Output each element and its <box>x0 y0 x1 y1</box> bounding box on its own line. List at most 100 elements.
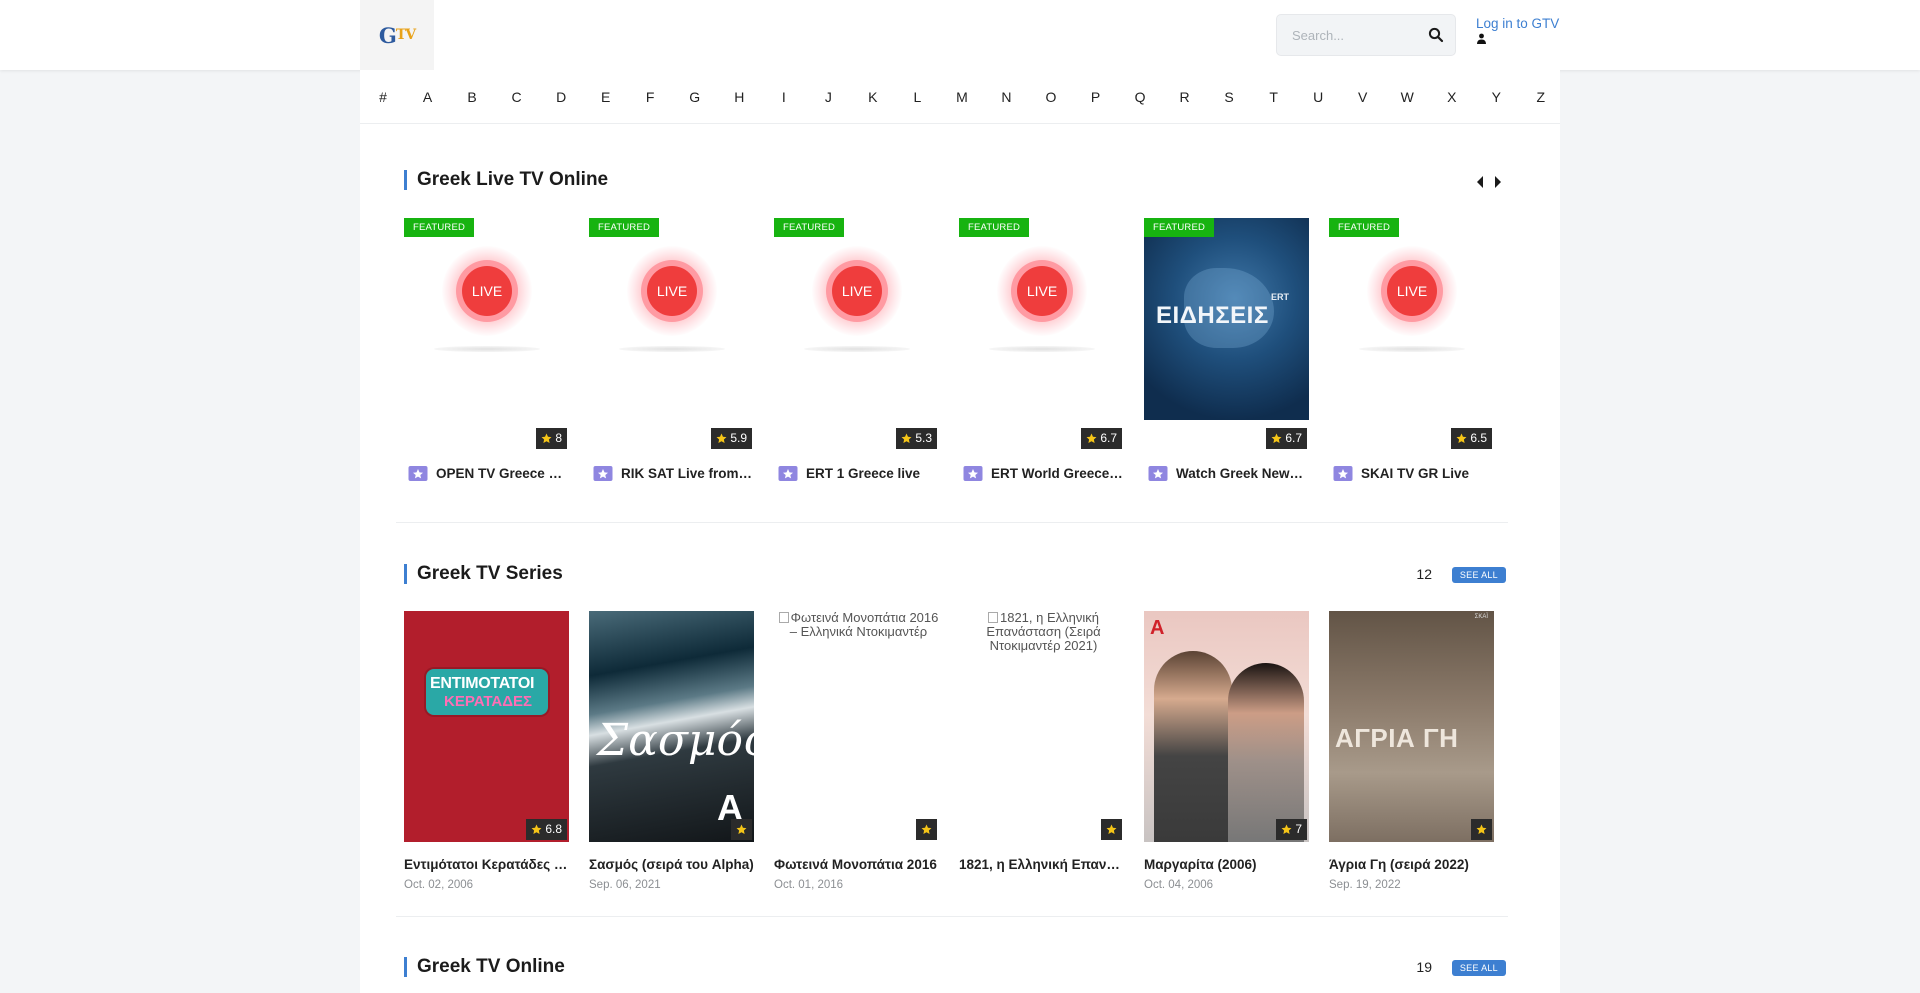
alphabet-letter[interactable]: Y <box>1489 89 1503 105</box>
live-label: LIVE <box>1017 266 1067 316</box>
alphabet-letter[interactable]: G <box>688 89 702 105</box>
alphabet-letter[interactable]: P <box>1089 89 1103 105</box>
rating-badge: 6.7 <box>1081 428 1122 449</box>
star-icon <box>901 433 912 443</box>
channel-poster[interactable]: FEATURED LIVE 5.3 <box>774 218 939 451</box>
channel-poster[interactable]: FEATURED LIVE 8 <box>404 218 569 451</box>
channel-poster[interactable]: FEATURED LIVE 5.9 <box>589 218 754 451</box>
alphabet-letter[interactable]: R <box>1178 89 1192 105</box>
alphabet-letter[interactable]: S <box>1222 89 1236 105</box>
series-poster[interactable]: 1821, η Ελληνική Επανάσταση (Σειρά Ντοκι… <box>959 611 1124 842</box>
poster-brand: ERT <box>1271 292 1289 302</box>
channel-poster[interactable]: FEATURED LIVE 6.5 <box>1329 218 1494 451</box>
rating-value: 6.7 <box>1285 431 1302 445</box>
series-name[interactable]: Άγρια Γη (σειρά 2022) <box>1329 857 1494 872</box>
alphabet-letter[interactable]: B <box>465 89 479 105</box>
channel-title-line: ERT 1 Greece live <box>774 464 939 482</box>
alphabet-letter[interactable]: V <box>1356 89 1370 105</box>
alphabet-letter[interactable]: J <box>821 89 835 105</box>
rating-badge: 6.7 <box>1266 428 1307 449</box>
alphabet-letter[interactable]: U <box>1311 89 1325 105</box>
see-all-button[interactable]: SEE ALL <box>1451 960 1506 976</box>
series-card[interactable]: ΣΚΑΪ ΑΓΡΙΑ ΓΗ Άγρια Γη (σειρά 2022) Sep. 19… <box>1329 611 1494 891</box>
alphabet-letter[interactable]: N <box>999 89 1013 105</box>
alphabet-letter[interactable]: Q <box>1133 89 1147 105</box>
live-channel-card[interactable]: FEATURED LIVE 6.5 SKAI TV GR Live <box>1329 218 1494 481</box>
alphabet-letter[interactable]: H <box>732 89 746 105</box>
rating-value: 8 <box>555 431 562 445</box>
alphabet-letter[interactable]: T <box>1267 89 1281 105</box>
live-channel-card[interactable]: FEATURED LIVE 8 OPEN TV Greece Live <box>404 218 569 481</box>
alphabet-letter[interactable]: E <box>599 89 613 105</box>
channel-name[interactable]: ERT World Greece live <box>991 466 1124 481</box>
see-all-button[interactable]: SEE ALL <box>1451 567 1506 583</box>
channel-poster[interactable]: FEATURED ERT ΕΙΔΗΣΕΙΣ 6.7 <box>1144 218 1309 451</box>
live-badge-graphic: LIVE <box>442 246 532 336</box>
channel-name[interactable]: RIK SAT Live from Cyprus <box>621 466 754 481</box>
live-channel-card[interactable]: FEATURED LIVE 6.7 ERT World Greece live <box>959 218 1124 481</box>
series-card[interactable]: Σασμός A Σασμός (σειρά του Alpha) Sep. 06, … <box>589 611 754 891</box>
series-poster[interactable]: Φωτεινά Μονοπάτια 2016 – Ελληνικά Ντοκιμ… <box>774 611 939 842</box>
rating-badge <box>1471 819 1492 840</box>
series-card[interactable]: 1821, η Ελληνική Επανάσταση (Σειρά Ντοκι… <box>959 611 1124 872</box>
alphabet-letter[interactable]: X <box>1445 89 1459 105</box>
logo-mark: GTV <box>378 22 416 48</box>
alphabet-letter[interactable]: M <box>955 89 969 105</box>
featured-badge: FEATURED <box>1144 218 1215 237</box>
login-link[interactable]: Log in to GTV <box>1476 16 1559 31</box>
rating-value: 7 <box>1295 822 1302 836</box>
series-name[interactable]: Εντιμότατοι Κερατάδες (2006) <box>404 857 569 872</box>
series-name[interactable]: 1821, η Ελληνική Επανάσταση <box>959 857 1124 872</box>
series-card[interactable]: ΕΝΤΙΜΟΤΑΤΟΙ ΚΕΡΑΤΑΔΕΣ 6.8 Εντιμότατοι Κερατ… <box>404 611 569 891</box>
channel-name[interactable]: SKAI TV GR Live <box>1361 466 1469 481</box>
alphabet-letter[interactable]: # <box>376 89 390 105</box>
live-channel-card[interactable]: FEATURED LIVE 5.3 ERT 1 Greece live <box>774 218 939 481</box>
tv-channel-icon <box>1148 466 1168 481</box>
series-card[interactable]: A 7 Μαργαρίτα (2006) Oct. 04, 2006 <box>1144 611 1309 891</box>
rating-value: 6.7 <box>1100 431 1117 445</box>
alphabet-letter[interactable]: A <box>421 89 435 105</box>
channel-name[interactable]: ERT 1 Greece live <box>806 466 920 481</box>
channel-name[interactable]: Watch Greek News Live <box>1176 466 1309 481</box>
alphabet-letter[interactable]: W <box>1400 89 1414 105</box>
live-channel-card[interactable]: FEATURED LIVE 5.9 RIK SAT Live from Cyprus <box>589 218 754 481</box>
alphabet-letter[interactable]: Z <box>1534 89 1548 105</box>
series-card[interactable]: Φωτεινά Μονοπάτια 2016 – Ελληνικά Ντοκιμ… <box>774 611 939 891</box>
featured-badge: FEATURED <box>589 218 660 237</box>
alphabet-letter[interactable]: L <box>910 89 924 105</box>
alphabet-letter[interactable]: O <box>1044 89 1058 105</box>
arrow-left-icon[interactable] <box>1474 175 1486 189</box>
search-icon[interactable] <box>1427 26 1445 44</box>
tv-channel-icon <box>963 466 983 481</box>
poster-image: ΣΚΑΪ ΑΓΡΙΑ ΓΗ <box>1329 611 1494 842</box>
series-poster[interactable]: A7 <box>1144 611 1309 842</box>
release-date: Oct. 04, 2006 <box>1144 879 1214 891</box>
alphabet-letter[interactable]: I <box>777 89 791 105</box>
channel-name[interactable]: OPEN TV Greece Live <box>436 466 569 481</box>
series-poster[interactable]: Σασμός A <box>589 611 754 842</box>
site-logo[interactable]: GTV <box>360 0 434 70</box>
alphabet-letter[interactable]: D <box>554 89 568 105</box>
featured-badge: FEATURED <box>959 218 1030 237</box>
live-channel-card[interactable]: FEATURED ERT ΕΙΔΗΣΕΙΣ 6.7 Watch Greek News L… <box>1144 218 1309 481</box>
alphabet-letter[interactable]: C <box>510 89 524 105</box>
star-icon <box>1271 433 1282 443</box>
series-name[interactable]: Σασμός (σειρά του Alpha) <box>589 857 754 872</box>
series-name[interactable]: Μαργαρίτα (2006) <box>1144 857 1309 872</box>
alphabet-letter[interactable]: K <box>866 89 880 105</box>
channel-poster[interactable]: FEATURED LIVE 6.7 <box>959 218 1124 451</box>
rating-value: 5.9 <box>730 431 747 445</box>
rating-badge: 6.5 <box>1451 428 1492 449</box>
alphabet-letter[interactable]: F <box>643 89 657 105</box>
series-info: 1821, η Ελληνική Επανάσταση <box>959 857 1124 872</box>
series-name[interactable]: Φωτεινά Μονοπάτια 2016 <box>774 857 939 872</box>
channel-title-line: Watch Greek News Live <box>1144 464 1309 482</box>
arrow-right-icon[interactable] <box>1492 175 1504 189</box>
tv-channel-icon <box>778 466 798 481</box>
alphabet-filter: # A B C D E F G H I J K L M N O P Q R S T U V W X Y Z <box>360 70 1560 124</box>
user-icon[interactable] <box>1476 33 1487 44</box>
series-poster[interactable]: ΣΚΑΪ ΑΓΡΙΑ ΓΗ <box>1329 611 1494 842</box>
section-title: Greek TV Online <box>404 957 565 977</box>
series-poster[interactable]: ΕΝΤΙΜΟΤΑΤΟΙ ΚΕΡΑΤΑΔΕΣ 6.8 <box>404 611 569 842</box>
search-input[interactable] <box>1277 15 1417 55</box>
